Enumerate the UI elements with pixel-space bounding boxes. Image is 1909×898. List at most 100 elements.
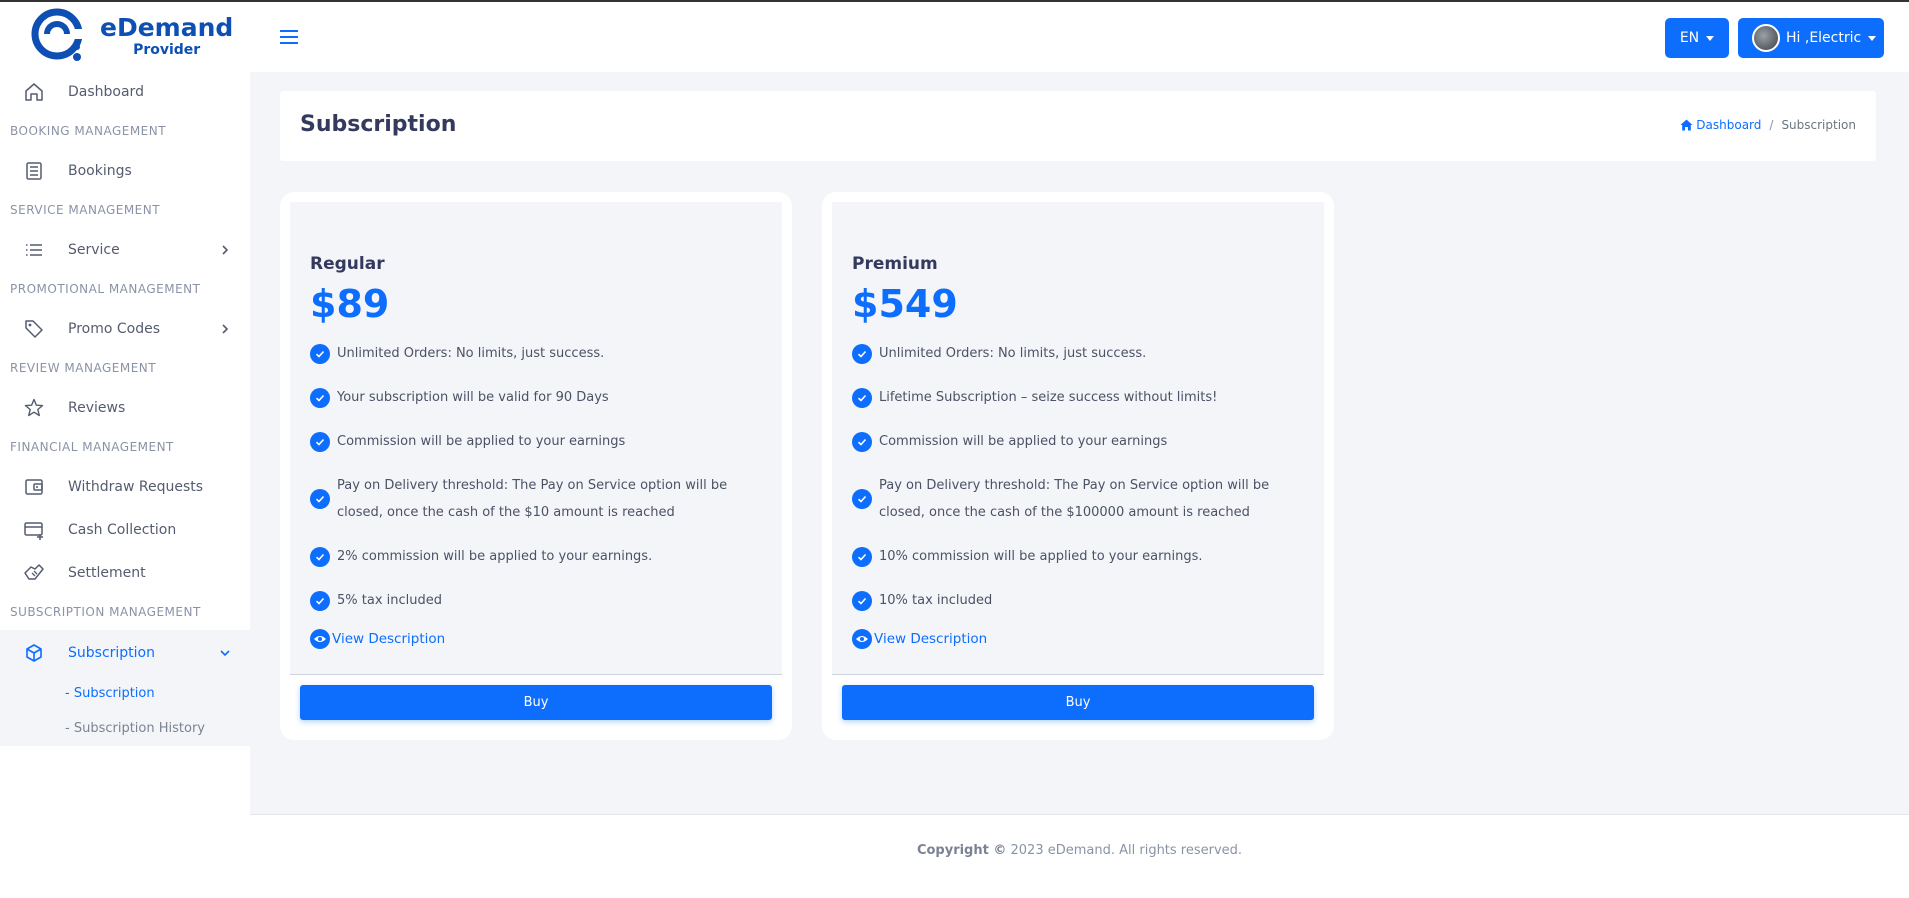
divider (290, 674, 782, 675)
buy-button[interactable]: Buy (300, 685, 772, 720)
sidebar-item-bookings[interactable]: Bookings (0, 149, 250, 192)
plan-name: Premium (852, 254, 938, 274)
plan-feature: Unlimited Orders: No limits, just succes… (852, 340, 1312, 367)
feature-text: 5% tax included (337, 593, 442, 608)
check-circle-icon (852, 590, 872, 611)
feature-text: Your subscription will be valid for 90 D… (337, 390, 609, 405)
sidebar-item-dashboard[interactable]: Dashboard (0, 70, 250, 113)
buy-button[interactable]: Buy (842, 685, 1314, 720)
chevron-down-icon (218, 646, 232, 660)
check-circle-icon (852, 343, 872, 364)
list-box-icon (22, 159, 46, 183)
user-greeting: Hi ,Electric (1786, 30, 1862, 46)
sidebar-item-promo-codes[interactable]: Promo Codes (0, 307, 250, 350)
plan-feature: Your subscription will be valid for 90 D… (310, 384, 770, 411)
plan-feature: Unlimited Orders: No limits, just succes… (310, 340, 770, 367)
sidebar-item-reviews[interactable]: Reviews (0, 386, 250, 429)
feature-text: Unlimited Orders: No limits, just succes… (337, 346, 605, 361)
brand[interactable]: eDemand Provider (0, 2, 250, 70)
subnav-subscription[interactable]: - Subscription (0, 676, 250, 711)
plan-price: $549 (852, 282, 958, 326)
chevron-right-icon (218, 322, 232, 336)
plan-price: $89 (310, 282, 390, 326)
user-menu-dropdown[interactable]: Hi ,Electric (1738, 18, 1884, 58)
subscription-menu-group: Subscription - Subscription - Subscripti… (0, 630, 250, 746)
topbar: EN Hi ,Electric (250, 0, 1909, 72)
brand-subtitle: Provider (133, 42, 201, 58)
plan-feature: 5% tax included (310, 587, 770, 614)
sidebar-section-heading: FINANCIAL MANAGEMENT (10, 440, 174, 454)
view-description-link[interactable]: View Description (852, 629, 1312, 649)
caret-down-icon (1868, 35, 1877, 41)
sidebar-item-service[interactable]: Service (0, 228, 250, 271)
eye-icon (310, 629, 330, 649)
check-circle-icon (852, 387, 872, 408)
sidebar-item-label: Cash Collection (68, 521, 177, 538)
feature-text: Commission will be applied to your earni… (879, 434, 1168, 449)
sidebar-section-heading: REVIEW MANAGEMENT (10, 361, 157, 375)
feature-text: Lifetime Subscription – seize success wi… (879, 390, 1218, 405)
feature-text: Pay on Delivery threshold: The Pay on Se… (337, 478, 728, 520)
breadcrumb-dashboard-link[interactable]: Dashboard (1680, 118, 1761, 132)
copyright-text: 2023 eDemand. All rights reserved. (1010, 843, 1243, 858)
plan-feature: 10% tax included (852, 587, 1312, 614)
brand-name: eDemand (100, 13, 234, 42)
sidebar-item-label: Reviews (68, 399, 126, 416)
list-icon (22, 238, 46, 262)
sidebar-item-settlement[interactable]: Settlement (0, 551, 250, 594)
home-icon (22, 80, 46, 104)
copyright-label: Copyright © (916, 843, 1007, 858)
plan-body: Premium $549 Unlimited Orders: No limits, … (832, 202, 1324, 674)
plan-feature: Pay on Delivery threshold: The Pay on Se… (310, 472, 770, 526)
divider (832, 674, 1324, 675)
home-icon (1680, 119, 1693, 131)
check-circle-icon (310, 431, 330, 452)
cube-icon (22, 641, 46, 665)
sidebar-item-label: Service (68, 241, 120, 258)
star-icon (22, 396, 46, 420)
sidebar-section-heading: PROMOTIONAL MANAGEMENT (10, 282, 201, 296)
plan-body: Regular $89 Unlimited Orders: No limits, j… (290, 202, 782, 674)
plan-card-premium: Premium $549 Unlimited Orders: No limits, … (822, 192, 1334, 740)
language-dropdown[interactable]: EN (1665, 18, 1729, 58)
subnav-subscription-history[interactable]: - Subscription History (0, 711, 250, 746)
language-label: EN (1679, 30, 1700, 46)
plan-feature: Pay on Delivery threshold: The Pay on Se… (852, 472, 1312, 526)
tag-icon (22, 317, 46, 341)
footer: Copyright © 2023 eDemand. All rights res… (250, 814, 1909, 898)
plan-feature: Commission will be applied to your earni… (852, 428, 1312, 455)
breadcrumb-separator: / (1769, 118, 1774, 132)
brand-logo-icon (30, 7, 88, 65)
plan-name: Regular (310, 254, 385, 274)
view-description-label: View Description (332, 631, 446, 647)
caret-down-icon (1706, 35, 1715, 41)
plan-feature: Lifetime Subscription – seize success wi… (852, 384, 1312, 411)
sidebar-item-label: Withdraw Requests (68, 478, 204, 495)
page-header: Subscription Dashboard / Subscription (280, 91, 1876, 161)
breadcrumb: Dashboard / Subscription (1680, 118, 1856, 132)
sidebar-section-heading: SUBSCRIPTION MANAGEMENT (10, 605, 201, 619)
view-description-link[interactable]: View Description (310, 629, 770, 649)
sidebar-section-heading: BOOKING MANAGEMENT (10, 124, 167, 138)
check-circle-icon (852, 431, 872, 452)
sidebar-item-label: Bookings (68, 162, 132, 179)
plan-card-regular: Regular $89 Unlimited Orders: No limits, j… (280, 192, 792, 740)
sidebar-item-withdraw-requests[interactable]: Withdraw Requests (0, 465, 250, 508)
eye-icon (852, 629, 872, 649)
sidebar-item-label: Settlement (68, 564, 146, 581)
handshake-icon (22, 561, 46, 585)
feature-text: 10% commission will be applied to your e… (879, 549, 1203, 564)
check-circle-icon (852, 546, 872, 567)
footer-copyright: Copyright © 2023 eDemand. All rights res… (250, 843, 1909, 858)
sidebar-item-subscription[interactable]: Subscription (0, 630, 250, 676)
view-description-label: View Description (874, 631, 988, 647)
sidebar-item-label: Promo Codes (68, 320, 160, 337)
sidebar-item-cash-collection[interactable]: Cash Collection (0, 508, 250, 551)
sidebar-section-heading: SERVICE MANAGEMENT (10, 203, 161, 217)
plan-features: Unlimited Orders: No limits, just succes… (310, 340, 770, 649)
sidebar-item-label: Dashboard (68, 83, 144, 100)
breadcrumb-dashboard-label: Dashboard (1696, 118, 1762, 132)
check-circle-icon (310, 387, 330, 408)
hamburger-menu-icon[interactable] (280, 30, 298, 44)
plan-feature: 2% commission will be applied to your ea… (310, 543, 770, 570)
